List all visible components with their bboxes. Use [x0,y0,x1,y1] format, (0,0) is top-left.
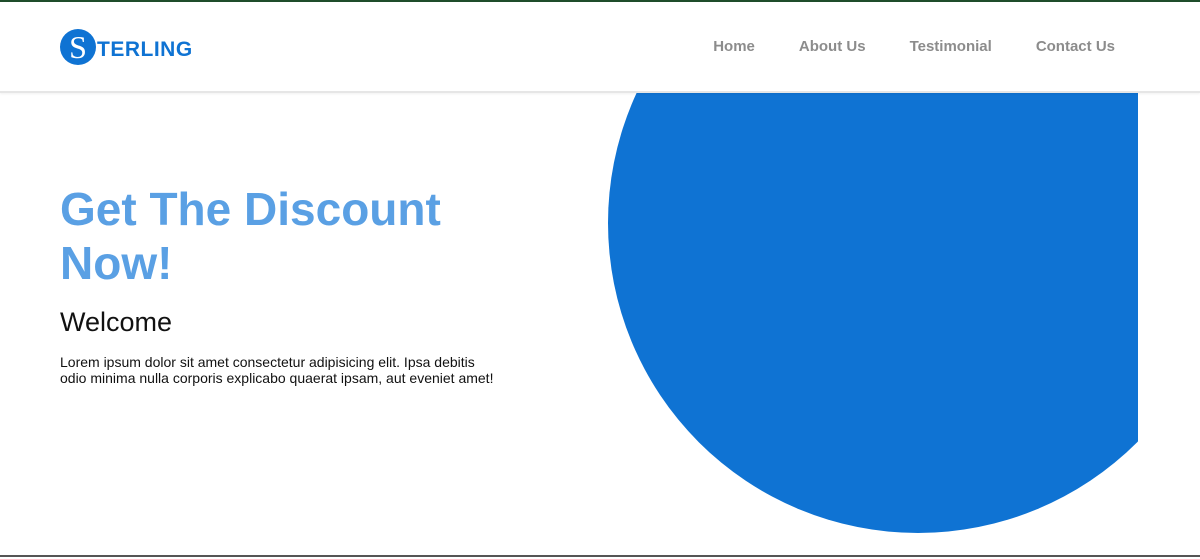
site-header: S TERLING Home About Us Testimonial Cont… [0,2,1200,93]
blue-circle-shape [608,91,1138,533]
main-nav: Home About Us Testimonial Contact Us [669,38,1115,56]
brand-logo[interactable]: S TERLING [60,28,193,66]
hero-description: Lorem ipsum dolor sit amet consectetur a… [60,354,494,386]
hero-subtitle: Welcome [60,307,173,337]
nav-contact-us[interactable]: Contact Us [1036,38,1115,56]
nav-home[interactable]: Home [713,38,755,56]
logo-text: TERLING [97,38,193,61]
hero-decoration [560,91,1138,559]
nav-testimonial[interactable]: Testimonial [910,38,992,56]
nav-about-us[interactable]: About Us [799,38,866,56]
hero-title: Get The Discount Now! [60,183,441,289]
logo-s-icon: S [60,29,96,65]
